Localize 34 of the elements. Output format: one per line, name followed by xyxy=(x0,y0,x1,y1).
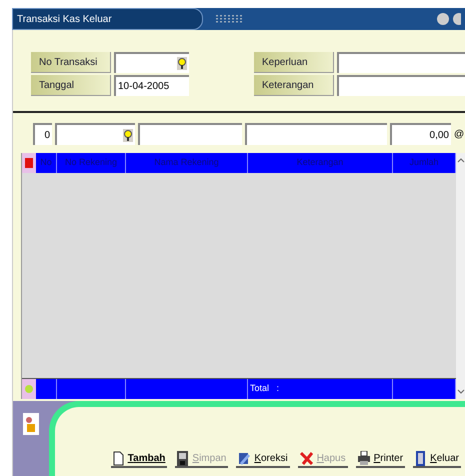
page-icon xyxy=(112,451,124,466)
toolbar-button[interactable]: Koreksi xyxy=(236,451,290,468)
name-field[interactable] xyxy=(138,123,242,145)
text-field[interactable]: 10-04-2005 xyxy=(114,75,189,96)
toolbar-button[interactable]: Tambah xyxy=(110,451,168,468)
toolbar-button[interactable]: Keluar xyxy=(413,451,461,468)
field-label: Tanggal xyxy=(31,75,111,96)
amount-field[interactable]: 0,00 xyxy=(390,123,451,145)
status-dot-icon xyxy=(25,385,33,393)
scrollbar[interactable] xyxy=(456,153,465,399)
close-icon[interactable] xyxy=(453,13,461,25)
number-field[interactable]: 0 xyxy=(33,123,52,145)
text-field[interactable] xyxy=(114,52,189,73)
text-field[interactable] xyxy=(337,52,465,73)
printer-icon xyxy=(358,451,370,466)
at-symbol: @ xyxy=(454,128,464,142)
field-label: Keperluan xyxy=(254,52,334,73)
field-label: Keterangan xyxy=(254,75,334,96)
toolbar-button[interactable]: Printer xyxy=(356,451,406,468)
search-icon[interactable] xyxy=(123,128,133,142)
cross-icon xyxy=(300,451,313,466)
people-icon xyxy=(23,413,39,435)
search-icon[interactable] xyxy=(177,57,187,70)
account-field[interactable] xyxy=(55,123,135,145)
field-label: No Transaksi xyxy=(31,52,111,73)
total-label: Total : xyxy=(249,382,280,396)
edit-icon xyxy=(238,451,250,466)
description-field[interactable] xyxy=(245,123,387,145)
floppy-icon xyxy=(177,451,188,466)
help-icon[interactable] xyxy=(437,13,449,25)
record-marker-icon xyxy=(25,158,33,168)
text-field[interactable] xyxy=(337,75,465,96)
window-title: Transaksi Kas Keluar xyxy=(17,12,112,26)
door-icon xyxy=(415,451,426,466)
